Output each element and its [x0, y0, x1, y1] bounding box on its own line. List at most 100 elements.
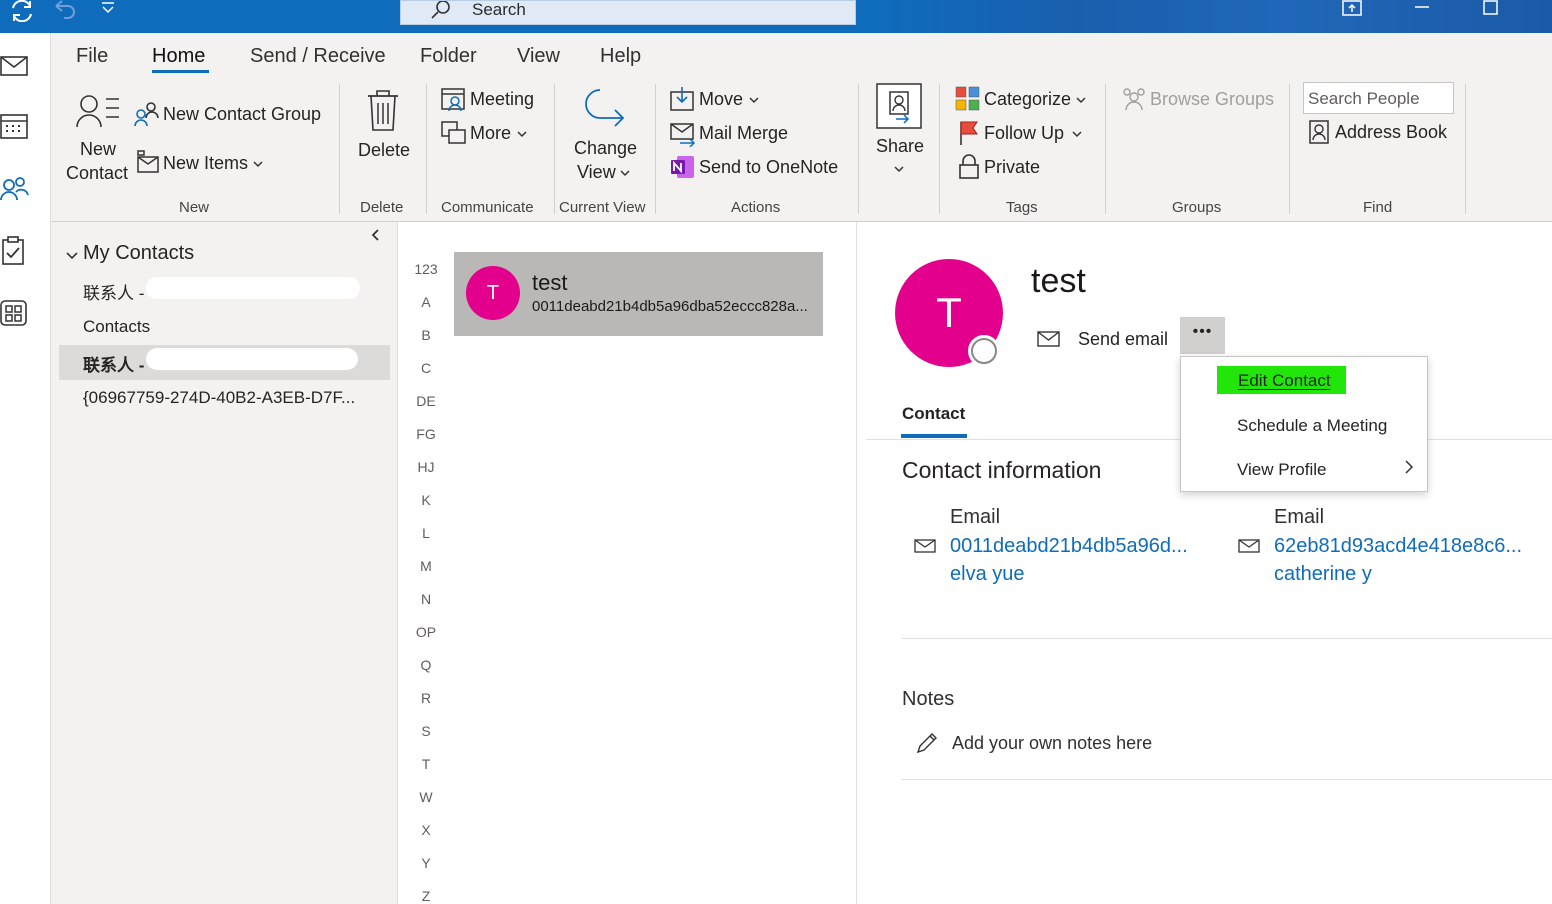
mail-merge-button[interactable]: Mail Merge [670, 120, 810, 148]
tab-file[interactable]: File [76, 45, 108, 68]
folder-item[interactable]: {06967759-274D-40B2-A3EB-D7F... [83, 388, 355, 408]
alpha-index-item[interactable]: DE [398, 393, 454, 409]
alpha-index-item[interactable]: FG [398, 426, 454, 442]
meeting-button[interactable]: Meeting [441, 86, 541, 114]
alpha-index: 123 A B C DE FG HJ K L M N OP Q R S T W … [398, 222, 454, 904]
ribbon-separator [655, 84, 656, 214]
collapse-pane-icon[interactable] [369, 228, 383, 242]
alpha-index-item[interactable]: L [398, 525, 454, 541]
alpha-index-item[interactable]: N [398, 591, 454, 607]
categorize-button[interactable]: Categorize [955, 86, 1090, 114]
alpha-index-item[interactable]: K [398, 492, 454, 508]
browse-groups-button[interactable]: Browse Groups [1121, 86, 1281, 114]
menu-item-edit-contact[interactable]: Edit Contact [1217, 366, 1346, 394]
more-label: More [470, 123, 512, 143]
chevron-down-icon[interactable] [65, 249, 79, 263]
folder-item[interactable]: 联系人 - [83, 279, 144, 304]
tasks-icon[interactable] [0, 236, 30, 266]
more-communicate-button[interactable]: More [441, 120, 541, 148]
new-contact-button[interactable]: New Contact [63, 91, 133, 191]
group-label-groups: Groups [1172, 199, 1222, 216]
mail-merge-label: Mail Merge [699, 123, 789, 143]
my-contacts-header[interactable]: My Contacts [83, 242, 194, 265]
minimize-icon[interactable] [1412, 2, 1432, 12]
mail-icon[interactable] [0, 51, 30, 81]
email-name-link[interactable]: catherine y [1274, 563, 1372, 586]
contact-card-selected[interactable]: T test 0011deabd21b4db5a96dba52eccc828a.… [454, 252, 823, 336]
alpha-index-item[interactable]: X [398, 822, 454, 838]
new-contact-icon [76, 95, 119, 128]
alpha-index-item[interactable]: OP [398, 624, 454, 640]
share-contact-icon [876, 83, 922, 129]
undo-icon[interactable] [52, 0, 76, 20]
share-button[interactable]: Share [872, 83, 928, 203]
alpha-index-item[interactable]: 123 [398, 261, 454, 277]
lock-icon [959, 154, 979, 179]
coming-soon-icon[interactable] [1341, 0, 1363, 16]
send-email-button[interactable]: Send email [1037, 326, 1168, 356]
categorize-label: Categorize [984, 89, 1072, 109]
alpha-index-item[interactable]: Q [398, 657, 454, 673]
change-view-label-2: View [577, 162, 616, 182]
delete-button[interactable]: Delete [351, 88, 416, 198]
new-items-button[interactable]: New Items [134, 148, 274, 176]
search-people-input[interactable]: Search People [1303, 82, 1454, 114]
new-contact-label-2: Contact [66, 163, 129, 183]
more-actions-button[interactable]: ••• [1180, 317, 1225, 354]
notes-input[interactable]: Add your own notes here [915, 729, 1215, 759]
maximize-icon[interactable] [1482, 0, 1500, 16]
alpha-index-item[interactable]: M [398, 558, 454, 574]
tab-folder[interactable]: Folder [420, 45, 477, 68]
tab-contact[interactable]: Contact [902, 404, 965, 424]
tab-contact-underline [901, 434, 967, 438]
folder-item-selected[interactable]: 联系人 - [83, 351, 144, 376]
tab-view[interactable]: View [517, 45, 560, 68]
address-book-button[interactable]: Address Book [1308, 119, 1458, 147]
alpha-index-item[interactable]: B [398, 327, 454, 343]
new-contact-group-button[interactable]: New Contact Group [134, 101, 324, 129]
tab-help[interactable]: Help [600, 45, 641, 68]
calendar-icon[interactable] [0, 111, 30, 141]
send-to-onenote-button[interactable]: Send to OneNote [670, 154, 850, 182]
new-contact-label-1: New [80, 139, 117, 159]
delete-label: Delete [358, 140, 411, 160]
alpha-index-item[interactable]: Y [398, 855, 454, 871]
contact-name: test [532, 270, 568, 295]
follow-up-button[interactable]: Follow Up [955, 120, 1090, 148]
email-icon [914, 539, 936, 553]
people-icon[interactable] [0, 173, 30, 203]
alpha-index-item[interactable]: T [398, 756, 454, 772]
alpha-index-item[interactable]: W [398, 789, 454, 805]
alpha-index-item[interactable]: A [398, 294, 454, 310]
group-label-find: Find [1363, 199, 1393, 216]
alpha-index-item[interactable]: Z [398, 888, 454, 904]
menu-item-view-profile[interactable]: View Profile [1237, 460, 1326, 480]
private-label: Private [984, 157, 1041, 177]
search-box[interactable]: Search [400, 0, 856, 25]
folder-item-contacts[interactable]: Contacts [83, 317, 150, 337]
change-view-button[interactable]: Change View [566, 86, 646, 196]
email-name-link[interactable]: elva yue [950, 563, 1025, 586]
menu-item-schedule-meeting[interactable]: Schedule a Meeting [1237, 416, 1387, 436]
tab-send-receive[interactable]: Send / Receive [250, 45, 386, 68]
ribbon-separator [426, 84, 427, 214]
group-label-communicate: Communicate [441, 199, 534, 216]
move-button[interactable]: Move [670, 86, 770, 114]
private-button[interactable]: Private [955, 154, 1055, 182]
tab-home[interactable]: Home [152, 45, 205, 68]
share-label: Share [876, 136, 925, 156]
alpha-index-item[interactable]: C [398, 360, 454, 376]
chevron-right-icon [1405, 460, 1414, 474]
spacer [334, 148, 335, 149]
customize-toolbar-icon[interactable] [100, 0, 116, 14]
sync-icon[interactable] [8, 0, 36, 22]
new-items-label: New Items [163, 153, 249, 173]
change-view-label-1: Change [574, 138, 638, 158]
apps-icon[interactable] [0, 298, 30, 328]
alpha-index-item[interactable]: HJ [398, 459, 454, 475]
email-address-link[interactable]: 0011deabd21b4db5a96d... [950, 535, 1188, 558]
alpha-index-item[interactable]: R [398, 690, 454, 706]
alpha-index-item[interactable]: S [398, 723, 454, 739]
onenote-icon [671, 156, 694, 178]
email-address-link[interactable]: 62eb81d93acd4e418e8c6... [1274, 535, 1522, 558]
